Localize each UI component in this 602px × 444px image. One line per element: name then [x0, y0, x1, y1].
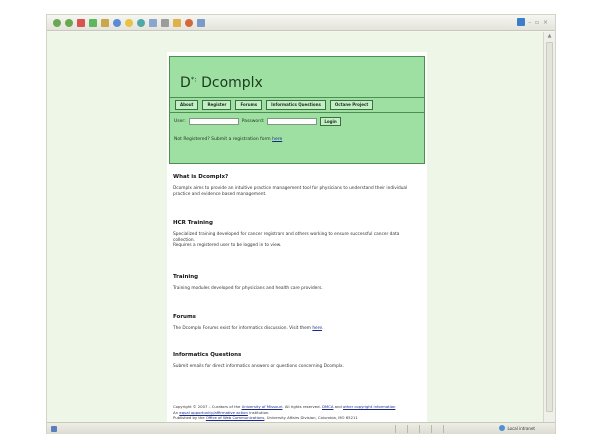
zone-label: Local intranet — [507, 425, 535, 431]
nav-register-button[interactable]: Register — [202, 100, 232, 110]
register-here-link[interactable]: here — [272, 137, 282, 142]
dmca-link[interactable]: DMCA — [322, 404, 333, 409]
discuss-icon[interactable] — [197, 18, 205, 27]
scroll-thumb[interactable] — [546, 42, 553, 412]
section-title: Training — [173, 274, 199, 280]
section-what-is: What is Dcomplx? Dcomplx aims to provide… — [173, 174, 413, 197]
section-body: Dcomplx aims to provide an intuitive pra… — [173, 186, 408, 197]
section-forums: Forums The Dcomplx Forums exist for info… — [173, 314, 413, 332]
scroll-up-icon[interactable]: ▲ — [544, 32, 555, 40]
section-title: What is Dcomplx? — [173, 174, 229, 180]
page-viewport: D*: Dcomplx About Register Forums Inform… — [47, 32, 543, 438]
site-logo[interactable]: D*: Dcomplx — [180, 75, 263, 91]
username-field[interactable] — [188, 118, 239, 125]
password-field[interactable] — [267, 118, 318, 125]
forums-here-link[interactable]: here — [312, 326, 322, 331]
main-nav: About Register Forums Informatics Questi… — [170, 97, 424, 113]
section-body: Specialized training developed for cance… — [173, 232, 400, 243]
section-body: Submit emails for direct informatics ans… — [173, 364, 344, 369]
messenger-icon[interactable] — [185, 18, 193, 27]
window-controls: – ▫ × — [517, 18, 549, 26]
user-label: User — [174, 119, 185, 124]
forward-icon[interactable] — [65, 18, 73, 27]
section-body: Training modules developed for physician… — [173, 286, 323, 291]
status-bar: Local intranet — [47, 422, 555, 434]
mail-icon[interactable] — [149, 18, 157, 27]
edit-icon[interactable] — [173, 18, 181, 27]
footer-publisher: Published by the Office of Web Communica… — [173, 415, 358, 421]
password-label: Password — [241, 119, 263, 124]
section-hcr-training: HCR Training Specialized training develo… — [173, 220, 413, 249]
login-button[interactable]: Login — [320, 117, 341, 126]
browser-window: – ▫ × D*: Dcomplx About Register Forums … — [46, 14, 556, 438]
section-body: The Dcomplx Forums exist for informatics… — [173, 326, 324, 331]
page-status-icon — [51, 426, 57, 432]
vertical-scrollbar[interactable]: ▲ — [543, 32, 555, 422]
section-training: Training Training modules developed for … — [173, 274, 413, 292]
web-communications-link[interactable]: Office of Web Communications — [206, 415, 265, 420]
section-title: HCR Training — [173, 220, 213, 226]
stop-icon[interactable] — [77, 18, 85, 27]
page-content: D*: Dcomplx About Register Forums Inform… — [167, 52, 427, 438]
print-icon[interactable] — [161, 18, 169, 27]
search-icon[interactable] — [113, 18, 121, 27]
refresh-icon[interactable] — [89, 18, 97, 27]
nav-informatics-questions-button[interactable]: Informatics Questions — [266, 100, 326, 110]
status-panels — [395, 425, 455, 433]
site-header: D*: Dcomplx About Register Forums Inform… — [169, 56, 425, 164]
favorites-icon[interactable] — [125, 18, 133, 27]
university-link[interactable]: University of Missouri — [242, 404, 283, 409]
nav-about-button[interactable]: About — [175, 100, 199, 110]
home-icon[interactable] — [101, 18, 109, 27]
back-icon[interactable] — [53, 18, 61, 27]
nav-forums-button[interactable]: Forums — [235, 100, 263, 110]
globe-icon — [499, 425, 506, 431]
minimize-maximize-close-icons[interactable]: – ▫ × — [528, 19, 549, 26]
ie-logo-icon — [517, 18, 526, 26]
section-informatics-questions: Informatics Questions Submit emails for … — [173, 352, 413, 370]
security-zone: Local intranet — [499, 425, 535, 431]
register-prompt: Not Registered? Submit a registration fo… — [174, 137, 283, 142]
browser-toolbar: – ▫ × — [47, 15, 555, 31]
copyright-info-link[interactable]: other copyright information — [343, 404, 395, 409]
section-title: Forums — [173, 314, 196, 320]
eoe-link[interactable]: equal opportunity/affirmative action — [179, 410, 248, 415]
login-form: User: Password: Login — [174, 117, 341, 126]
section-title: Informatics Questions — [173, 352, 242, 358]
section-body-note: Requires a registered user to be logged … — [173, 243, 282, 249]
history-icon[interactable] — [137, 18, 145, 27]
page-footer: Copyright © 2007 – Curators of the Unive… — [173, 404, 423, 421]
nav-octane-project-button[interactable]: Octane Project — [329, 100, 374, 110]
